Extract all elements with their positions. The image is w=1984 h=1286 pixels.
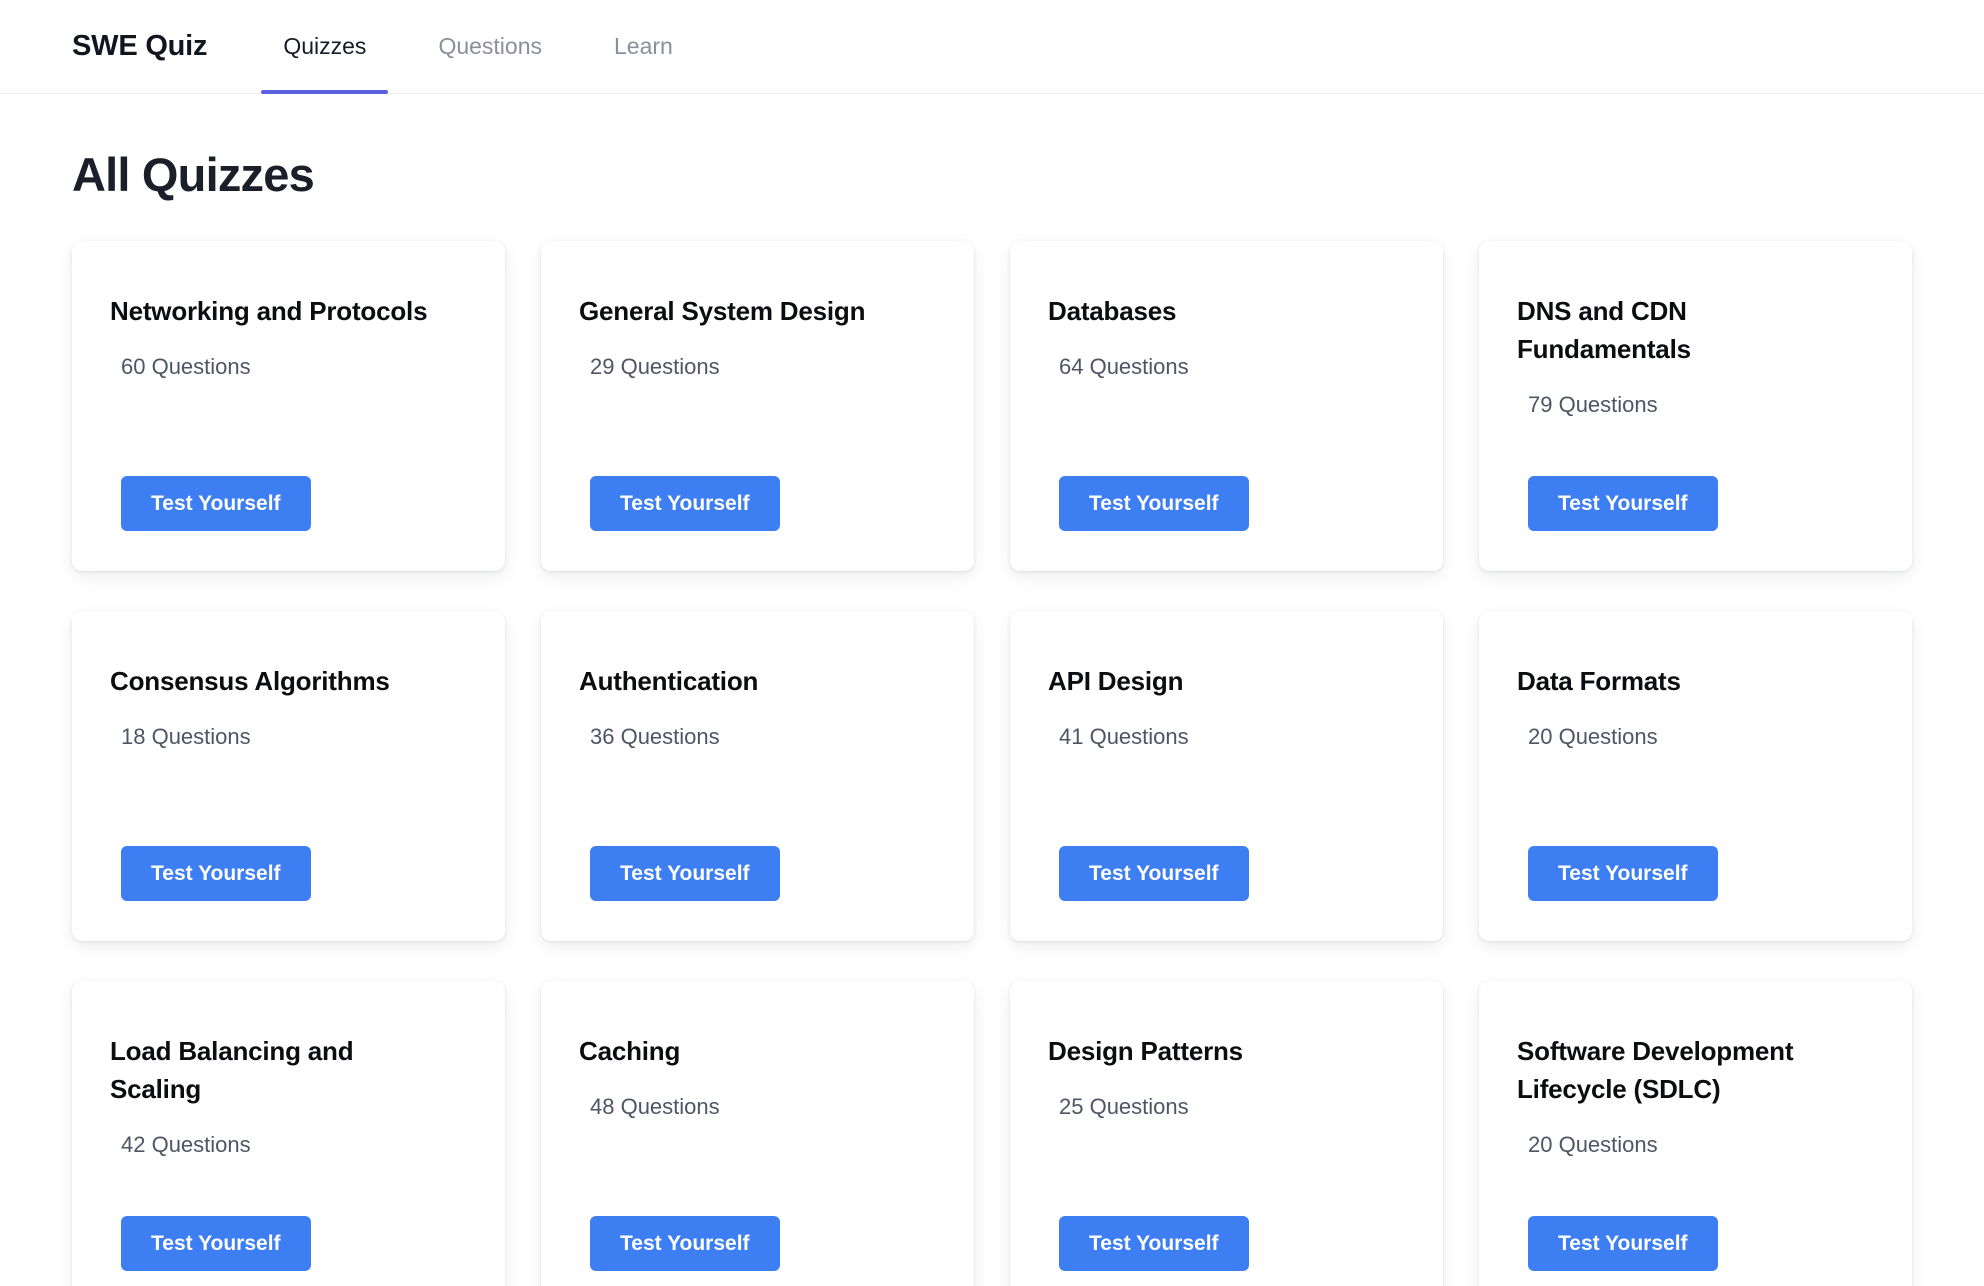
quiz-card[interactable]: DNS and CDN Fundamentals 79 Questions Test… <box>1479 241 1912 572</box>
test-yourself-button[interactable]: Test Yourself <box>121 846 311 902</box>
quiz-card[interactable]: Load Balancing and Scaling 42 Questions Te… <box>72 981 505 1286</box>
quiz-question-count: 42 Questions <box>121 1131 251 1157</box>
test-yourself-button[interactable]: Test Yourself <box>1528 846 1718 902</box>
quiz-question-count: 79 Questions <box>1528 391 1658 417</box>
primary-nav: Quizzes Questions Learn <box>261 0 722 94</box>
test-yourself-button[interactable]: Test Yourself <box>1528 1216 1718 1272</box>
page-title: All Quizzes <box>72 148 315 201</box>
page-content: All Quizzes Networking and Protocols 60 Q… <box>0 94 1984 1286</box>
quiz-card[interactable]: Caching 48 Questions Test Yourself <box>541 981 974 1286</box>
nav-link-learn[interactable]: Learn <box>592 0 695 93</box>
brand-logo[interactable]: SWE Quiz <box>72 0 265 93</box>
quiz-question-count: 20 Questions <box>1528 724 1658 750</box>
quiz-card[interactable]: Databases 64 Questions Test Yourself <box>1010 241 1443 572</box>
quiz-card-title: Networking and Protocols <box>110 296 428 327</box>
quiz-card[interactable]: General System Design 29 Questions Test Yo… <box>541 241 974 572</box>
quiz-question-count: 60 Questions <box>121 354 251 380</box>
test-yourself-button[interactable]: Test Yourself <box>590 846 780 902</box>
quiz-card-title: Caching <box>579 1036 681 1067</box>
test-yourself-button[interactable]: Test Yourself <box>121 476 311 532</box>
nav-link-quizzes[interactable]: Quizzes <box>261 0 389 94</box>
test-yourself-button[interactable]: Test Yourself <box>590 476 780 532</box>
quiz-card[interactable]: Networking and Protocols 60 Questions Test… <box>72 241 505 572</box>
nav-link-questions[interactable]: Questions <box>416 0 564 93</box>
quiz-question-count: 18 Questions <box>121 724 251 750</box>
quiz-card-title: Databases <box>1048 296 1177 327</box>
quiz-card-title: Load Balancing and Scaling <box>110 1036 354 1105</box>
test-yourself-button[interactable]: Test Yourself <box>1059 1216 1249 1272</box>
test-yourself-button[interactable]: Test Yourself <box>1059 846 1249 902</box>
quiz-card-title: Authentication <box>579 666 759 697</box>
quiz-card-title: Data Formats <box>1517 666 1681 697</box>
quiz-card-title: Consensus Algorithms <box>110 666 390 697</box>
quiz-card[interactable]: Data Formats 20 Questions Test Yourself <box>1479 611 1912 942</box>
quiz-card-title: Software Development Lifecycle (SDLC) <box>1517 1036 1794 1105</box>
test-yourself-button[interactable]: Test Yourself <box>1059 476 1249 532</box>
test-yourself-button[interactable]: Test Yourself <box>121 1216 311 1272</box>
quiz-card-title: Design Patterns <box>1048 1036 1243 1067</box>
quiz-card[interactable]: Consensus Algorithms 18 Questions Test You… <box>72 611 505 942</box>
quiz-question-count: 25 Questions <box>1059 1094 1189 1120</box>
quiz-question-count: 20 Questions <box>1528 1131 1658 1157</box>
quiz-question-count: 36 Questions <box>590 724 720 750</box>
top-navbar: SWE Quiz Quizzes Questions Learn <box>0 0 1984 94</box>
quiz-card[interactable]: Authentication 36 Questions Test Yourself <box>541 611 974 942</box>
quiz-card[interactable]: Software Development Lifecycle (SDLC) 20 … <box>1479 981 1912 1286</box>
quiz-question-count: 41 Questions <box>1059 724 1189 750</box>
quiz-card-title: General System Design <box>579 296 866 327</box>
quiz-card[interactable]: API Design 41 Questions Test Yourself <box>1010 611 1443 942</box>
test-yourself-button[interactable]: Test Yourself <box>1528 476 1718 532</box>
test-yourself-button[interactable]: Test Yourself <box>590 1216 780 1272</box>
quiz-card-title: DNS and CDN Fundamentals <box>1517 296 1691 365</box>
quiz-card-grid: Networking and Protocols 60 Questions Test… <box>72 241 1912 1286</box>
quiz-question-count: 48 Questions <box>590 1094 720 1120</box>
quiz-card[interactable]: Design Patterns 25 Questions Test Yourself <box>1010 981 1443 1286</box>
quiz-question-count: 29 Questions <box>590 354 720 380</box>
quiz-question-count: 64 Questions <box>1059 354 1189 380</box>
navbar-inner: SWE Quiz Quizzes Questions Learn <box>72 0 723 94</box>
quiz-card-title: API Design <box>1048 666 1184 697</box>
